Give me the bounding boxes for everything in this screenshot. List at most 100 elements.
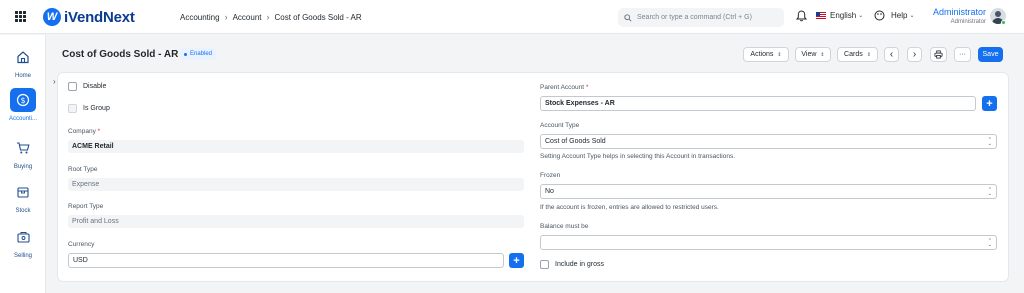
- breadcrumb: Accounting › Account › Cost of Goods Sol…: [180, 12, 362, 22]
- account-type-value: Cost of Goods Sold: [545, 138, 606, 145]
- logo-text: iVendNext: [64, 8, 135, 26]
- add-currency-button[interactable]: +: [509, 253, 524, 268]
- sidebar-item-accounting[interactable]: $ Accounti...: [0, 88, 46, 122]
- sidebar-item-stock[interactable]: Stock: [0, 180, 46, 214]
- breadcrumb-accounting[interactable]: Accounting: [180, 13, 220, 22]
- actions-label: Actions: [750, 51, 774, 58]
- checkbox-box[interactable]: [68, 82, 77, 91]
- sidebar-item-selling[interactable]: Selling: [0, 225, 46, 259]
- ellipsis-icon: ···: [959, 51, 966, 58]
- chevron-right-icon: ›: [912, 49, 917, 60]
- printer-icon: [934, 50, 943, 59]
- root-type-label: Root Type: [68, 166, 98, 173]
- chevron-down-icon: ⌄: [909, 13, 915, 19]
- logo-mark: W: [43, 8, 61, 26]
- chevron-updown-icon: ⌃ ⌄: [987, 187, 992, 197]
- checkbox-box[interactable]: [540, 260, 549, 269]
- view-label: View: [801, 51, 817, 58]
- chevron-down-icon: ⌄: [858, 13, 864, 19]
- add-parent-account-button[interactable]: +: [982, 96, 997, 111]
- plus-icon: +: [986, 97, 993, 110]
- online-status-dot: [1001, 20, 1006, 25]
- frozen-help: If the account is frozen, entries are al…: [540, 204, 719, 211]
- help-label: Help: [891, 11, 908, 20]
- cards-button[interactable]: Cards ⇕: [837, 47, 878, 62]
- checkbox-box[interactable]: [68, 104, 77, 113]
- chevron-updown-icon: ⌃ ⌄: [987, 238, 992, 248]
- sidebar-item-label: Selling: [13, 253, 32, 259]
- sidebar-item-label: Stock: [15, 208, 31, 214]
- company-label: Company *: [68, 128, 101, 135]
- search-bar[interactable]: Search or type a command (Ctrl + G): [618, 8, 784, 27]
- store-icon: [10, 225, 36, 249]
- sidebar-item-label: Accounti...: [8, 116, 37, 122]
- account-type-label: Account Type: [540, 122, 580, 129]
- is-group-label: Is Group: [83, 105, 110, 112]
- parent-account-input[interactable]: Stock Expenses - AR: [540, 96, 976, 111]
- us-flag-icon: [816, 12, 826, 19]
- chevron-right-icon: ›: [224, 12, 228, 22]
- sidebar-toggle-icon[interactable]: ›: [53, 77, 56, 86]
- app-grid-icon[interactable]: [15, 11, 26, 22]
- language-selector[interactable]: English ⌄: [816, 11, 863, 20]
- chevron-updown-icon: ⌃ ⌄: [987, 137, 992, 147]
- parent-account-label: Parent Account *: [540, 84, 589, 91]
- chevron-right-icon: ›: [266, 12, 270, 22]
- frozen-label: Frozen: [540, 172, 561, 179]
- sidebar-item-home[interactable]: Home: [0, 45, 46, 79]
- actions-button[interactable]: Actions ⇕: [743, 47, 789, 62]
- palette-icon[interactable]: [874, 10, 885, 21]
- cards-label: Cards: [844, 51, 863, 58]
- more-options-button[interactable]: ···: [954, 47, 971, 62]
- chevron-left-icon: ‹: [889, 49, 894, 60]
- box-icon: [10, 180, 36, 204]
- plus-icon: +: [513, 254, 520, 267]
- chevron-updown-icon: ⇕: [866, 51, 871, 58]
- disable-checkbox[interactable]: Disable: [68, 82, 106, 91]
- chevron-updown-icon: ⇕: [777, 51, 782, 58]
- status-badge: Enabled: [180, 48, 217, 60]
- view-button[interactable]: View ⇕: [795, 47, 831, 62]
- breadcrumb-account[interactable]: Account: [233, 13, 262, 22]
- search-placeholder: Search or type a command (Ctrl + G): [637, 14, 752, 21]
- sidebar-item-label: Buying: [13, 164, 33, 170]
- app-logo[interactable]: W iVendNext: [43, 8, 135, 26]
- frozen-value: No: [545, 188, 554, 195]
- root-type-field: Expense: [68, 178, 524, 191]
- next-record-button[interactable]: ›: [907, 47, 922, 62]
- help-menu[interactable]: Help ⌄: [874, 10, 914, 21]
- balance-must-be-label: Balance must be: [540, 223, 589, 230]
- disable-label: Disable: [83, 83, 107, 90]
- dollar-circle-icon: $: [10, 88, 36, 112]
- sidebar-item-label: Home: [14, 73, 31, 79]
- account-type-help: Setting Account Type helps in selecting …: [540, 153, 735, 160]
- company-field: ACME Retail: [68, 140, 524, 153]
- include-in-gross-label: Include in gross: [555, 261, 605, 268]
- user-role: Administrator: [950, 19, 986, 25]
- breadcrumb-current[interactable]: Cost of Goods Sold - AR: [275, 13, 362, 22]
- cart-icon: [10, 136, 36, 160]
- save-button[interactable]: Save: [978, 47, 1003, 62]
- sidebar: Home $ Accounti... Buying Stock Selling: [0, 35, 46, 293]
- include-in-gross-checkbox[interactable]: Include in gross: [540, 260, 604, 269]
- currency-input[interactable]: USD: [68, 253, 504, 268]
- page-title: Cost of Goods Sold - AR: [62, 49, 179, 60]
- currency-label: Currency: [68, 241, 95, 248]
- home-icon: [10, 45, 36, 69]
- frozen-select[interactable]: No ⌃ ⌄: [540, 184, 997, 199]
- sidebar-item-buying[interactable]: Buying: [0, 136, 46, 170]
- language-label: English: [830, 11, 857, 20]
- user-menu[interactable]: Administrator Administrator: [930, 7, 986, 26]
- search-icon: [624, 13, 632, 22]
- previous-record-button[interactable]: ‹: [884, 47, 899, 62]
- top-navbar: W iVendNext Accounting › Account › Cost …: [0, 0, 1024, 34]
- account-type-select[interactable]: Cost of Goods Sold ⌃ ⌄: [540, 134, 997, 149]
- report-type-field: Profit and Loss: [68, 215, 524, 228]
- balance-must-be-select[interactable]: ⌃ ⌄: [540, 235, 997, 250]
- print-button[interactable]: [930, 47, 947, 62]
- report-type-label: Report Type: [68, 203, 104, 210]
- notification-bell-icon[interactable]: [795, 10, 808, 24]
- chevron-updown-icon: ⇕: [820, 51, 825, 58]
- user-name: Administrator: [932, 7, 986, 17]
- is-group-checkbox[interactable]: Is Group: [68, 104, 110, 113]
